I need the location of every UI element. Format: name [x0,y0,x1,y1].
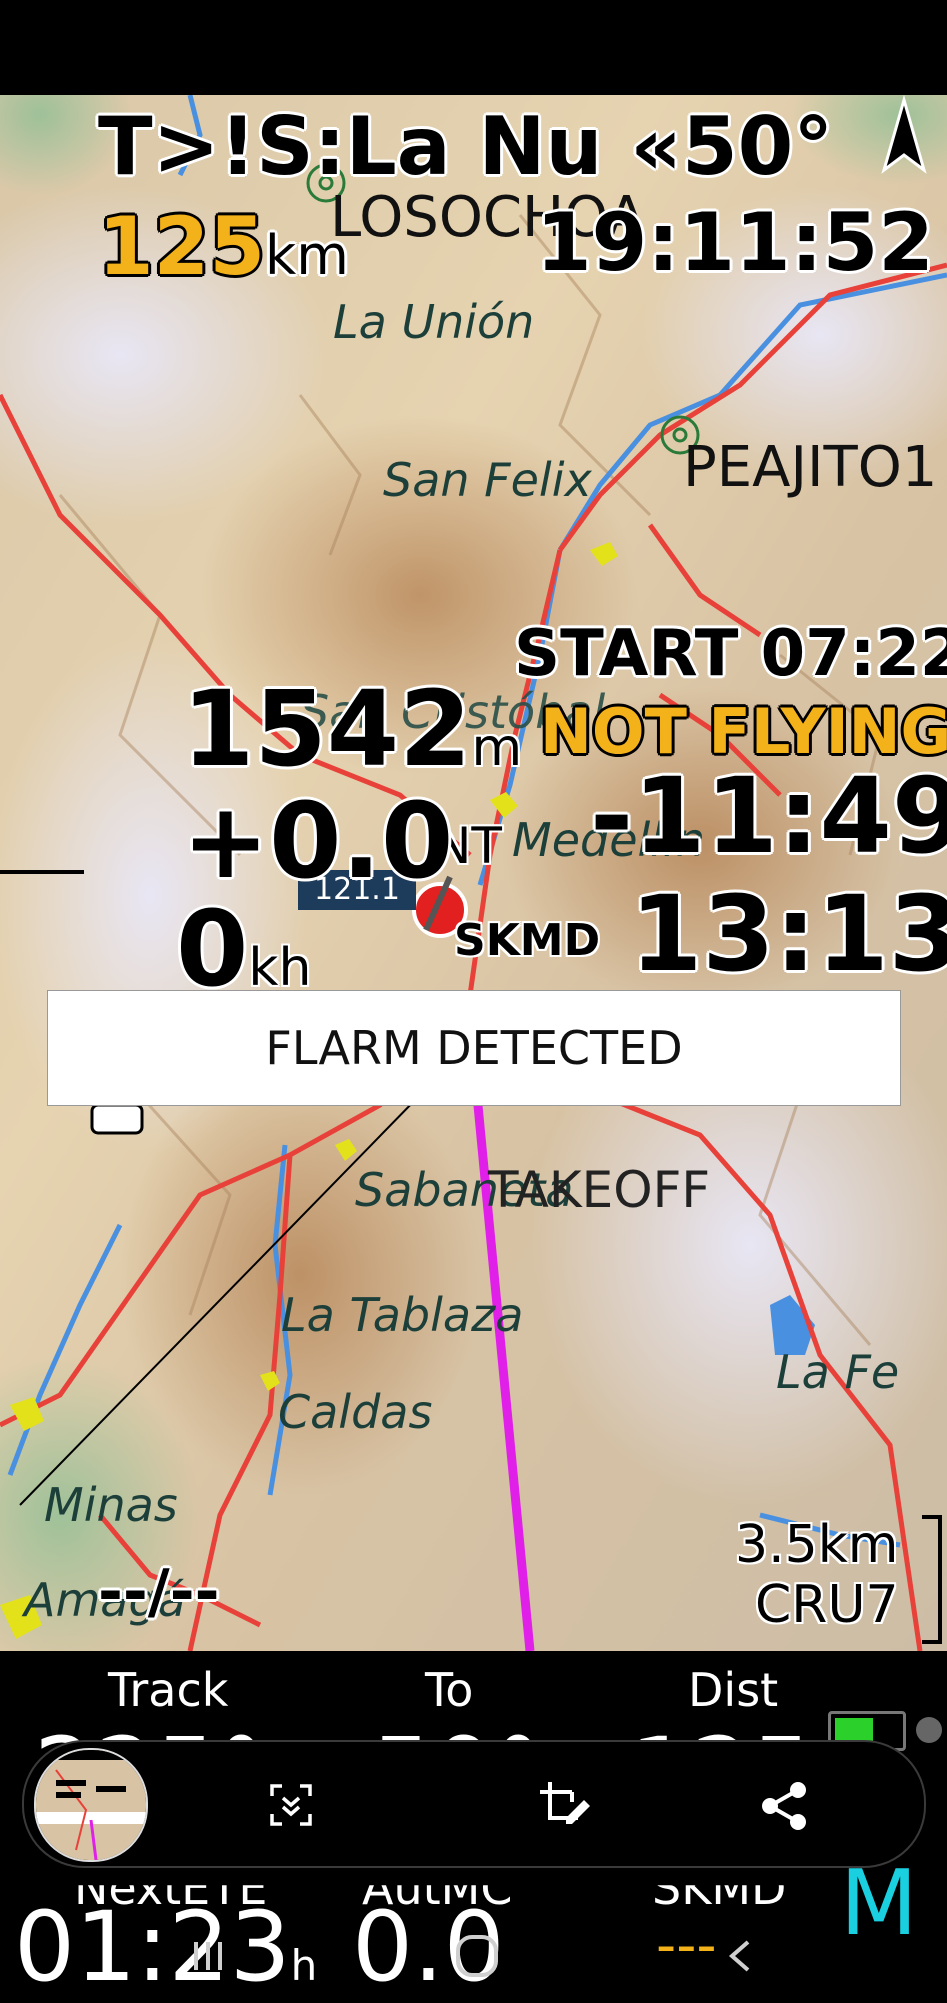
infobox-nextete: 01:23h [14,1891,317,2003]
start-time: START 07:22 [514,617,947,691]
distance-readout: 125km [98,200,349,293]
infobox-label-skmd: SKMD [652,1861,787,1915]
toast-message: FLARM DETECTED [265,1021,683,1075]
waypoint-label: TAKEOFF [488,1161,711,1219]
altitude-readout: 1542m [182,668,522,790]
nextete-unit: h [290,1941,318,1990]
screenshot-share-bar [22,1740,926,1868]
place-label: San Felix [383,453,592,507]
flarm-toast[interactable]: FLARM DETECTED [47,990,901,1106]
share-icon[interactable] [756,1778,812,1834]
skmd-value: --- [656,1913,717,1978]
place-label: Minas [44,1478,178,1532]
task-line[interactable]: T>!S:La Nu «50° [98,100,833,193]
place-label: La Unión [333,295,535,349]
distance-value: 125 [98,200,265,293]
scale-waypoint: CRU7 [755,1575,899,1635]
countdown: -11:49 [590,755,947,877]
waypoint-label: SKMD [454,915,601,966]
edit-crop-icon[interactable] [536,1778,592,1834]
time-remaining: 13:13 [630,873,947,995]
clock: 19:11:52 [536,196,934,289]
place-label: La Tablaza [281,1288,524,1342]
altitude-value: 1542 [182,668,472,790]
infobox-label-to: To [425,1663,474,1717]
distance-unit: km [265,224,349,287]
back-icon[interactable] [720,1936,760,1976]
speed-unit: kh [248,938,312,998]
place-label: Caldas [278,1385,433,1439]
gps-status-icon [916,1717,942,1743]
infobox-label-dist: Dist [688,1663,779,1717]
recent-apps-icon[interactable] [190,1936,230,1976]
nextete-value: 01:23 [14,1891,291,2003]
place-label: La Fe [776,1345,900,1399]
waypoint-label: PEAJITO1 [683,435,938,500]
scale-distance: 3.5km [735,1515,899,1575]
expand-capture-icon[interactable] [266,1780,316,1830]
screenshot-thumbnail[interactable] [34,1748,148,1862]
wind-readout: --/-- [98,1557,220,1627]
infobox-label-track: Track [108,1663,229,1717]
vario-value: +0.0 [182,780,454,902]
home-icon[interactable] [452,1931,502,1981]
altitude-unit: m [471,718,523,778]
